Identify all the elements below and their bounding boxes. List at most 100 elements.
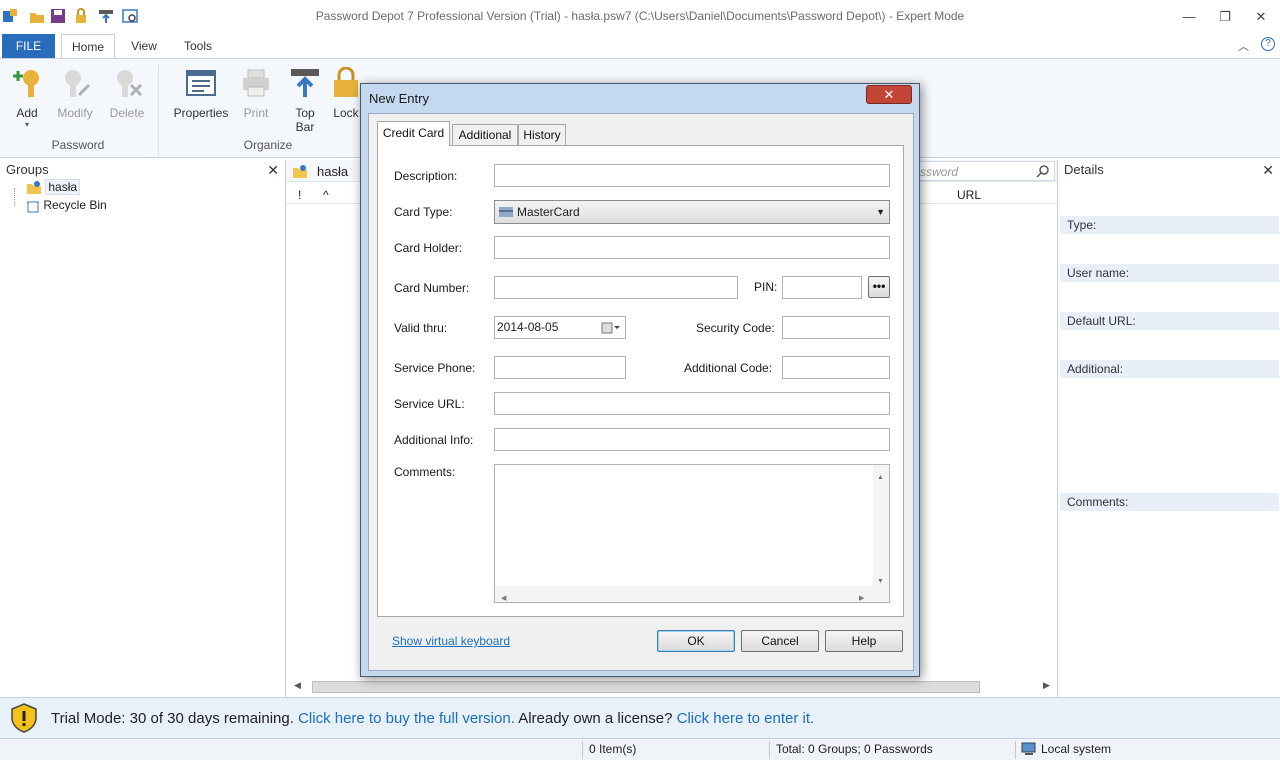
show-virtual-keyboard-link[interactable]: Show virtual keyboard — [392, 634, 510, 648]
card-type-value: MasterCard — [517, 205, 580, 219]
close-button[interactable]: ✕ — [1247, 6, 1275, 28]
tab-home[interactable]: Home — [61, 34, 115, 59]
minimize-button[interactable]: — — [1175, 6, 1203, 28]
group-password-label: Password — [51, 138, 105, 152]
cancel-button[interactable]: Cancel — [741, 630, 819, 652]
help-button[interactable]: Help — [825, 630, 903, 652]
service-phone-label: Service Phone: — [394, 361, 476, 375]
service-phone-field[interactable] — [494, 356, 626, 379]
details-header: Details ✕ — [1058, 160, 1280, 180]
scroll-left-icon[interactable]: ◀ — [294, 680, 301, 691]
valid-thru-field[interactable]: 2014-08-05 — [494, 316, 626, 339]
tree-item-label: Recycle Bin — [43, 198, 107, 212]
delete-button[interactable]: Delete — [104, 67, 150, 120]
scrollbar-thumb[interactable] — [312, 681, 980, 693]
key-edit-icon — [52, 67, 98, 102]
tab-additional[interactable]: Additional — [452, 124, 518, 146]
tab-tools[interactable]: Tools — [175, 34, 221, 58]
groups-title: Groups — [6, 162, 49, 177]
security-code-field[interactable] — [782, 316, 890, 339]
card-type-select[interactable]: MasterCard ▼ — [494, 200, 890, 224]
close-details-icon[interactable]: ✕ — [1262, 160, 1274, 180]
padlock-icon — [330, 66, 362, 102]
modify-button[interactable]: Modify — [52, 67, 98, 120]
printer-icon — [238, 67, 274, 102]
help-icon[interactable]: ? — [1261, 37, 1275, 51]
description-label: Description: — [394, 169, 458, 183]
tree-item-hasla[interactable]: hasła — [26, 179, 81, 196]
tab-credit-card[interactable]: Credit Card — [377, 121, 450, 146]
calendar-icon[interactable] — [601, 322, 621, 334]
card-holder-field[interactable] — [494, 236, 890, 259]
column-sort[interactable]: ^ — [323, 188, 329, 202]
print-button[interactable]: Print — [238, 67, 274, 120]
maximize-button[interactable]: ❐ — [1211, 6, 1239, 28]
folder-key-icon — [293, 165, 307, 178]
search-icon[interactable] — [1036, 164, 1050, 178]
description-field[interactable] — [494, 164, 890, 187]
delete-label: Delete — [109, 106, 145, 120]
scroll-left-icon[interactable]: ◀ — [501, 588, 506, 609]
comments-vertical-scrollbar[interactable]: ▲ ▼ — [873, 465, 889, 586]
folder-key-icon — [27, 181, 41, 194]
scroll-right-icon[interactable]: ▶ — [1043, 680, 1050, 691]
top-bar-ribbon-icon — [286, 67, 324, 102]
scroll-up-icon[interactable]: ▲ — [877, 467, 884, 488]
comments-horizontal-scrollbar[interactable]: ◀ ▶ — [495, 586, 889, 602]
card-icon — [499, 207, 513, 217]
new-entry-dialog: New Entry ✕ Credit Card Additional Histo… — [360, 83, 920, 677]
pin-field[interactable] — [782, 276, 862, 299]
lock-button[interactable]: Lock — [330, 66, 362, 120]
additional-code-label: Additional Code: — [684, 361, 773, 375]
tree-item-recycle-bin[interactable]: Recycle Bin — [26, 198, 107, 213]
status-separator — [769, 741, 770, 759]
top-bar-button[interactable]: Top Bar — [286, 67, 324, 134]
dialog-close-button[interactable]: ✕ — [866, 85, 912, 104]
search-input[interactable]: ssword — [915, 161, 1055, 181]
security-code-label: Security Code: — [696, 321, 775, 335]
column-url[interactable]: URL — [957, 188, 981, 202]
card-holder-label: Card Holder: — [394, 241, 463, 255]
credit-card-tab-body: Description: Card Type: MasterCard ▼ Car… — [377, 145, 904, 617]
pin-label: PIN: — [754, 280, 778, 294]
tree-line — [14, 188, 15, 206]
service-url-field[interactable] — [494, 392, 890, 415]
ok-button[interactable]: OK — [657, 630, 735, 652]
scroll-right-icon[interactable]: ▶ — [859, 588, 864, 609]
tab-file[interactable]: FILE — [2, 34, 55, 58]
close-groups-icon[interactable]: ✕ — [267, 160, 279, 180]
status-bar: 0 Item(s) Total: 0 Groups; 0 Passwords L… — [0, 738, 1280, 760]
properties-button[interactable]: Properties — [170, 67, 232, 120]
valid-thru-label: Valid thru: — [394, 321, 448, 335]
key-delete-icon — [104, 67, 150, 102]
trial-text: Trial Mode: 30 of 30 days remaining. — [51, 710, 299, 727]
details-title: Details — [1064, 162, 1104, 177]
status-separator — [1015, 741, 1016, 759]
details-comments-label: Comments: — [1060, 493, 1279, 511]
card-type-label: Card Type: — [394, 205, 453, 219]
group-organize-label: Organize — [243, 138, 293, 152]
enter-license-link[interactable]: Click here to enter it. — [677, 710, 815, 727]
additional-info-field[interactable] — [494, 428, 890, 451]
window-title: Password Depot 7 Professional Version (T… — [315, 9, 965, 23]
add-label: Add — [16, 106, 38, 120]
generate-pin-button[interactable]: ••• — [868, 276, 890, 298]
key-add-icon — [8, 67, 46, 102]
print-label: Print — [243, 106, 269, 120]
chevron-down-icon: ▼ — [876, 207, 885, 217]
buy-link[interactable]: Click here to buy the full version. — [298, 710, 515, 727]
collapse-ribbon-icon[interactable]: ︿ — [1238, 38, 1249, 54]
valid-thru-value: 2014-08-05 — [497, 320, 559, 334]
horizontal-scrollbar[interactable]: ◀ ▶ — [292, 679, 1050, 695]
status-totals: Total: 0 Groups; 0 Passwords — [776, 742, 933, 756]
card-number-field[interactable] — [494, 276, 738, 299]
column-priority[interactable]: ! — [298, 188, 301, 202]
trial-bar: Trial Mode: 30 of 30 days remaining. Cli… — [0, 697, 1280, 738]
add-button[interactable]: Add ▾ — [8, 67, 46, 129]
details-username-label: User name: — [1060, 264, 1279, 282]
tab-view[interactable]: View — [122, 34, 166, 58]
tab-history[interactable]: History — [518, 124, 566, 146]
details-panel: Details ✕ Type: User name: Default URL: … — [1057, 160, 1280, 697]
comments-textarea[interactable]: ▲ ▼ ◀ ▶ — [494, 464, 890, 603]
additional-code-field[interactable] — [782, 356, 890, 379]
